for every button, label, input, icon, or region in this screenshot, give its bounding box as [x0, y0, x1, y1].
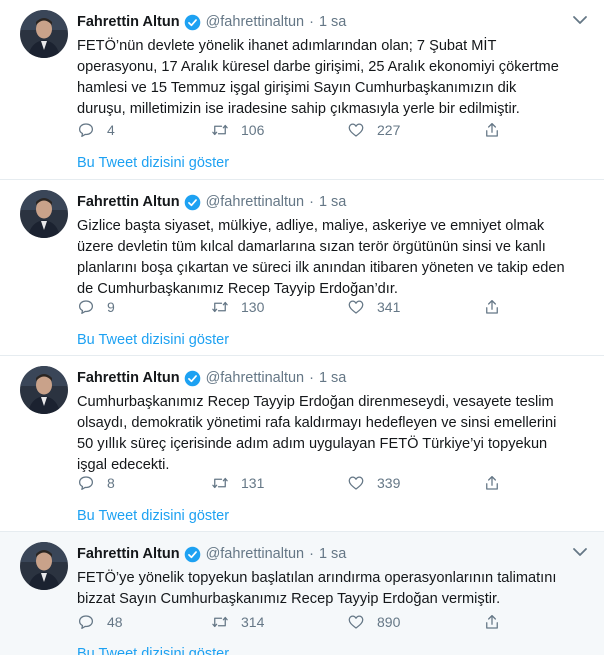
tweet-header: Fahrettin Altun @fahrettinaltun · 1 sa	[77, 368, 346, 388]
retweet-count: 106	[241, 122, 265, 138]
tweet-card[interactable]: Fahrettin Altun @fahrettinaltun · 1 sa F…	[0, 0, 604, 180]
retweet-count: 314	[241, 614, 265, 630]
author-handle[interactable]: @fahrettinaltun	[206, 14, 305, 30]
show-thread-link[interactable]: Bu Tweet dizisini göster	[77, 155, 229, 171]
like-count: 890	[377, 614, 401, 630]
like-count: 341	[377, 299, 401, 315]
show-thread-link[interactable]: Bu Tweet dizisini göster	[77, 508, 229, 524]
tweet-actions: 8 131 339	[77, 473, 507, 493]
chevron-down-icon[interactable]	[572, 546, 588, 558]
show-thread-link[interactable]: Bu Tweet dizisini göster	[77, 646, 229, 655]
retweet-count: 130	[241, 299, 265, 315]
show-thread-link[interactable]: Bu Tweet dizisini göster	[77, 332, 229, 348]
tweet-timeline: Fahrettin Altun @fahrettinaltun · 1 sa F…	[0, 0, 604, 655]
avatar[interactable]	[20, 366, 68, 414]
author-name[interactable]: Fahrettin Altun	[77, 194, 180, 210]
share-button[interactable]	[483, 473, 513, 493]
retweet-button[interactable]: 130	[211, 297, 264, 317]
tweet-card[interactable]: Fahrettin Altun @fahrettinaltun · 1 sa G…	[0, 180, 604, 356]
share-icon	[486, 122, 498, 137]
tweet-text: FETÖ’ye yönelik topyekun başlatılan arın…	[77, 570, 557, 607]
author-handle[interactable]: @fahrettinaltun	[206, 194, 305, 210]
like-button[interactable]: 341	[347, 297, 400, 317]
tweet-card[interactable]: Fahrettin Altun @fahrettinaltun · 1 sa F…	[0, 532, 604, 655]
reply-icon	[78, 615, 94, 630]
tweet-timestamp[interactable]: 1 sa	[319, 370, 346, 386]
avatar[interactable]	[20, 190, 68, 238]
retweet-button[interactable]: 314	[211, 612, 264, 632]
tweet-header: Fahrettin Altun @fahrettinaltun · 1 sa	[77, 192, 346, 212]
share-icon	[486, 475, 498, 490]
retweet-icon	[212, 124, 228, 136]
tweet-text: Gizlice başta siyaset, mülkiye, adliye, …	[77, 218, 565, 297]
verified-badge-icon	[184, 14, 201, 31]
avatar[interactable]	[20, 10, 68, 58]
reply-button[interactable]: 9	[77, 297, 115, 317]
tweet-timestamp[interactable]: 1 sa	[319, 14, 346, 30]
author-handle[interactable]: @fahrettinaltun	[206, 546, 305, 562]
author-name[interactable]: Fahrettin Altun	[77, 370, 180, 386]
retweet-icon	[212, 477, 228, 489]
retweet-button[interactable]: 106	[211, 120, 264, 140]
retweet-icon	[212, 301, 228, 313]
reply-button[interactable]: 8	[77, 473, 115, 493]
reply-icon	[78, 300, 94, 315]
tweet-card[interactable]: Fahrettin Altun @fahrettinaltun · 1 sa C…	[0, 356, 604, 532]
share-icon	[486, 299, 498, 314]
share-icon	[486, 614, 498, 629]
reply-icon	[78, 123, 94, 138]
verified-badge-icon	[184, 370, 201, 387]
chevron-down-icon[interactable]	[572, 14, 588, 26]
tweet-text: Cumhurbaşkanımız Recep Tayyip Erdoğan di…	[77, 394, 557, 473]
reply-count: 48	[107, 614, 123, 630]
separator: ·	[309, 194, 314, 210]
separator: ·	[309, 370, 314, 386]
author-handle[interactable]: @fahrettinaltun	[206, 370, 305, 386]
separator: ·	[309, 14, 314, 30]
verified-badge-icon	[184, 194, 201, 211]
tweet-timestamp[interactable]: 1 sa	[319, 546, 346, 562]
share-button[interactable]	[483, 120, 513, 140]
like-button[interactable]: 227	[347, 120, 400, 140]
like-button[interactable]: 339	[347, 473, 400, 493]
like-button[interactable]: 890	[347, 612, 400, 632]
reply-button[interactable]: 4	[77, 120, 115, 140]
reply-icon	[78, 476, 94, 491]
reply-count: 9	[107, 299, 115, 315]
tweet-header: Fahrettin Altun @fahrettinaltun · 1 sa	[77, 544, 346, 564]
retweet-icon	[212, 616, 228, 628]
share-button[interactable]	[483, 612, 513, 632]
author-name[interactable]: Fahrettin Altun	[77, 14, 180, 30]
like-count: 227	[377, 122, 401, 138]
share-button[interactable]	[483, 297, 513, 317]
tweet-actions: 4 106 227	[77, 120, 507, 140]
avatar[interactable]	[20, 542, 68, 590]
verified-badge-icon	[184, 546, 201, 563]
like-icon	[348, 476, 364, 490]
reply-count: 8	[107, 475, 115, 491]
reply-count: 4	[107, 122, 115, 138]
retweet-count: 131	[241, 475, 265, 491]
like-icon	[348, 123, 364, 137]
tweet-actions: 48 314 890	[77, 612, 507, 632]
separator: ·	[309, 546, 314, 562]
tweet-timestamp[interactable]: 1 sa	[319, 194, 346, 210]
like-icon	[348, 615, 364, 629]
tweet-header: Fahrettin Altun @fahrettinaltun · 1 sa	[77, 12, 346, 32]
reply-button[interactable]: 48	[77, 612, 123, 632]
author-name[interactable]: Fahrettin Altun	[77, 546, 180, 562]
retweet-button[interactable]: 131	[211, 473, 264, 493]
tweet-text: FETÖ’nün devlete yönelik ihanet adımları…	[77, 38, 559, 117]
like-count: 339	[377, 475, 401, 491]
like-icon	[348, 300, 364, 314]
tweet-actions: 9 130 341	[77, 297, 507, 317]
